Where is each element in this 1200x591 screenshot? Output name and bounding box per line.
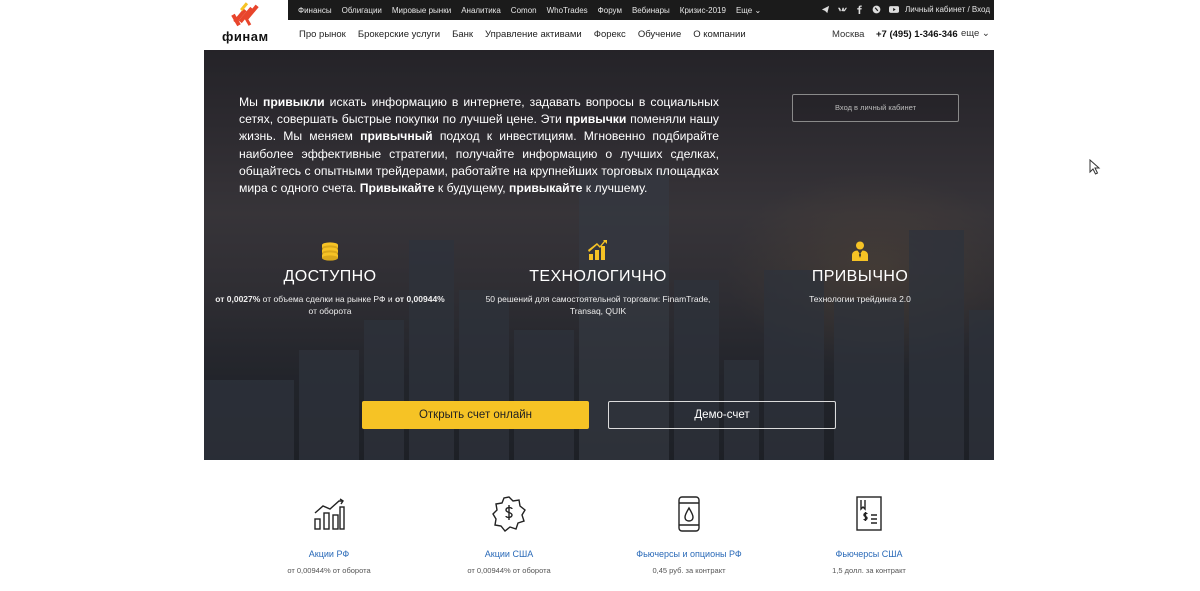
product-title[interactable]: Акции РФ xyxy=(229,549,429,559)
open-account-button[interactable]: Открыть счет онлайн xyxy=(362,401,589,429)
product-title[interactable]: Фьючерсы и опционы РФ xyxy=(589,549,789,559)
feature-desc-segment: Технологии трейдинга 2.0 xyxy=(809,294,911,304)
finam-logo[interactable]: финам xyxy=(210,0,280,50)
feature-description: от 0,0027% от объема сделки на рынке РФ … xyxy=(210,294,450,317)
feature-desc-segment: 50 решений для самостоятельной торговли:… xyxy=(485,294,711,316)
telegram-icon[interactable] xyxy=(821,5,830,14)
top-link-more[interactable]: Еще ⌄ xyxy=(736,6,761,15)
feature-habitual: ПРИВЫЧНО Технологии трейдинга 2.0 xyxy=(740,240,980,306)
product-title[interactable]: Фьючерсы США xyxy=(769,549,969,559)
main-nav: Про рынок Брокерские услуги Банк Управле… xyxy=(299,29,758,40)
page: финам Финансы Облигации Мировые рынки Ан… xyxy=(0,0,1200,591)
nav-item-bank[interactable]: Банк xyxy=(452,29,473,40)
product-description: 1,5 долл. за контракт xyxy=(832,566,906,575)
top-link-bonds[interactable]: Облигации xyxy=(342,6,382,15)
phone-number[interactable]: +7 (495) 1-346-346 xyxy=(876,29,958,40)
nav-more-dropdown[interactable]: еще ⌄ xyxy=(961,28,990,39)
top-link-crisis[interactable]: Кризис-2019 xyxy=(680,6,726,15)
facebook-icon[interactable] xyxy=(855,5,864,14)
product-russian-stocks[interactable]: Акции РФ от 0,00944% от оборота xyxy=(229,495,429,575)
top-link-finance[interactable]: Финансы xyxy=(298,6,332,15)
feature-description: Технологии трейдинга 2.0 xyxy=(740,294,980,306)
feature-description: 50 решений для самостоятельной торговли:… xyxy=(478,294,718,317)
hero-intro-text: Мы привыкли искать информацию в интернет… xyxy=(239,94,719,197)
feature-desc-segment: от объема сделки на рынке РФ и xyxy=(260,294,395,304)
bar-chart-icon xyxy=(314,498,345,530)
cabinet-login-link[interactable]: Личный кабинет / Вход xyxy=(905,0,990,20)
feature-title: ТЕХНОЛОГИЧНО xyxy=(529,268,667,285)
mouse-cursor-icon xyxy=(1089,159,1101,175)
nav-item-asset-management[interactable]: Управление активами xyxy=(485,29,582,40)
top-link-webinars[interactable]: Вебинары xyxy=(632,6,670,15)
feature-desc-segment: от 0,0027% xyxy=(215,294,261,304)
nav-item-about-market[interactable]: Про рынок xyxy=(299,29,346,40)
hero-intro-segment: Мы xyxy=(239,95,263,109)
social-links xyxy=(821,5,899,14)
nav-item-about-company[interactable]: О компании xyxy=(693,29,745,40)
top-link-world-markets[interactable]: Мировые рынки xyxy=(392,6,451,15)
hero-intro-segment: привычный xyxy=(360,129,433,144)
top-link-comon[interactable]: Comon xyxy=(511,6,537,15)
hero-banner: Мы привыкли искать информацию в интернет… xyxy=(204,50,994,460)
growth-chart-icon xyxy=(588,240,607,260)
coins-icon xyxy=(322,242,338,261)
hero-intro-segment: привыкли xyxy=(262,95,325,109)
top-link-forum[interactable]: Форум xyxy=(598,6,622,15)
dollar-document-icon xyxy=(856,496,882,531)
person-icon xyxy=(852,241,868,261)
top-link-analytics[interactable]: Аналитика xyxy=(461,6,501,15)
product-description: от 0,00944% от оборота xyxy=(287,566,371,575)
demo-account-button[interactable]: Демо-счет xyxy=(608,401,836,429)
feature-title: ПРИВЫЧНО xyxy=(811,268,909,285)
feature-technological: ТЕХНОЛОГИЧНО 50 решений для самостоятель… xyxy=(478,240,718,317)
youtube-icon[interactable] xyxy=(889,5,899,14)
hero-intro-segment: привычки xyxy=(565,112,627,127)
feature-desc-segment: от 0,00944% xyxy=(394,294,445,304)
nav-item-brokerage[interactable]: Брокерские услуги xyxy=(358,29,440,40)
hero-intro-segment: Привыкайте xyxy=(359,181,435,196)
feature-affordable: ДОСТУПНО от 0,0027% от объема сделки на … xyxy=(210,240,450,317)
nav-item-forex[interactable]: Форекс xyxy=(594,29,626,40)
product-description: от 0,00944% от оборота xyxy=(467,566,551,575)
product-us-stocks[interactable]: Акции США от 0,00944% от оборота xyxy=(409,495,609,575)
dollar-badge-icon xyxy=(492,496,526,532)
product-description: 0,45 руб. за контракт xyxy=(652,566,726,575)
logo-wordmark: финам xyxy=(222,29,269,44)
product-title[interactable]: Акции США xyxy=(409,549,609,559)
livejournal-icon[interactable] xyxy=(872,5,881,14)
nav-item-education[interactable]: Обучение xyxy=(638,29,681,40)
cabinet-login-button[interactable]: Вход в личный кабинет xyxy=(792,94,959,122)
top-bar: Финансы Облигации Мировые рынки Аналитик… xyxy=(288,0,994,20)
oil-barrel-icon xyxy=(678,496,700,532)
product-russian-futures[interactable]: Фьючерсы и опционы РФ 0,45 руб. за контр… xyxy=(589,495,789,575)
vk-icon[interactable] xyxy=(838,5,847,14)
feature-title: ДОСТУПНО xyxy=(283,268,377,285)
hero-intro-segment: к будущему, xyxy=(434,181,510,196)
city-selector[interactable]: Москва xyxy=(832,29,864,40)
hero-intro-segment: к лучшему. xyxy=(582,181,648,196)
finam-site: финам Финансы Облигации Мировые рынки Ан… xyxy=(204,0,994,591)
feature-desc-segment: от оборота xyxy=(308,305,352,316)
logo-mark-icon xyxy=(231,2,259,27)
product-us-futures[interactable]: Фьючерсы США 1,5 долл. за контракт xyxy=(769,495,969,575)
top-link-whotrades[interactable]: WhoTrades xyxy=(547,6,588,15)
hero-intro-segment: привыкайте xyxy=(509,181,583,196)
